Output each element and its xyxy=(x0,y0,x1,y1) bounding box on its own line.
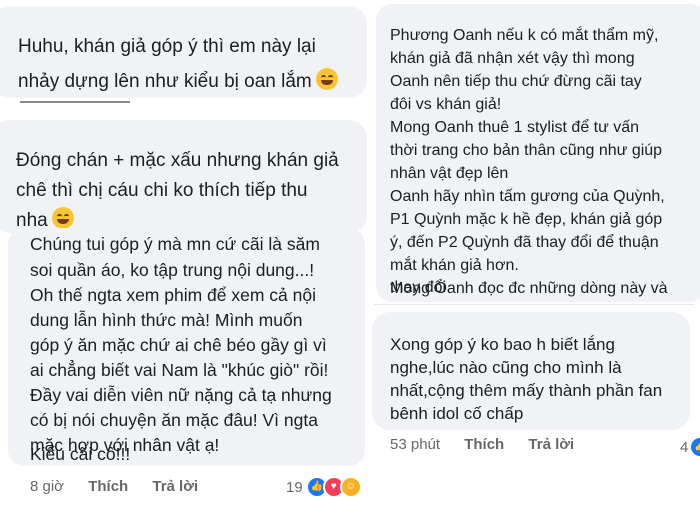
comment-text-line: Oanh hãy nhìn tấm gương của Quỳnh, xyxy=(390,188,665,205)
comment-text-line: Xong góp ý ko bao h biết lắng xyxy=(390,335,615,354)
like-link[interactable]: Thích xyxy=(464,436,504,453)
right-panel: Phương Oanh nếu k có mắt thẩm mỹ, khán g… xyxy=(370,0,700,522)
timestamp: 53 phút xyxy=(390,436,441,453)
reactions-summary[interactable]: 19 👍 ♥ ☺ xyxy=(286,476,362,498)
grinning-sweat-emoji-icon xyxy=(315,68,338,90)
comment-text-line: P1 Quỳnh mặc k hề đẹp, khán giả góp xyxy=(390,211,663,228)
comment-text-line: khán giả đã nhận xét vậy thì mong xyxy=(390,50,635,67)
timestamp: 8 giờ xyxy=(30,478,65,495)
comment-text-line: bênh idol cố chấp xyxy=(390,404,524,423)
comment-text-line: Huhu, khán giả góp ý thì em này lại xyxy=(18,36,316,57)
comment-bubble-3: Chúng tui góp ý mà mn cứ cãi là săm soi … xyxy=(8,228,365,466)
comment-text-line: thời trang cho bản thân cũng như giúp xyxy=(390,142,663,159)
comment-text-line: Kiểu cãi cố!!! xyxy=(30,444,131,464)
comment-text-line: Oh thế ngta xem phim để xem cả nội xyxy=(30,285,316,305)
comment-text-line: mắt khán giả hơn. xyxy=(390,257,519,274)
comment-text-line: ai chẳng biết vai Nam là "khúc giò" rồi! xyxy=(30,360,329,380)
crop-divider xyxy=(20,101,130,103)
comment-bubble-2: Đóng chán + mặc xấu nhưng khán giả chê t… xyxy=(0,120,367,233)
reactions-summary[interactable]: 4 👍 xyxy=(680,436,700,458)
left-panel: Huhu, khán giả góp ý thì em này lại nhảy… xyxy=(0,0,370,522)
comment-text-line: Chúng tui góp ý mà mn cứ cãi là săm xyxy=(30,234,320,254)
comment-text-line: thay đổi xyxy=(390,279,447,296)
comment-text-line: nhảy dựng lên như kiểu bị oan lắm xyxy=(18,68,338,93)
comment-bubble-4: Phương Oanh nếu k có mắt thẩm mỹ, khán g… xyxy=(376,4,700,302)
comment-text-line: nhân vật đẹp lên xyxy=(390,165,509,182)
comment-text-line: đôi vs khán giả! xyxy=(390,96,502,113)
comment-text-line: dung lẫn hình thức mà! Mình muốn xyxy=(30,310,303,330)
comment-text-line: Mong Oanh thuê 1 stylist để tư vấn xyxy=(390,119,640,136)
reaction-count: 4 xyxy=(680,438,689,456)
reaction-count: 19 xyxy=(286,478,303,496)
comment-text-line: chê thì chị cáu chi ko thích tiếp thu xyxy=(16,180,308,201)
comment-text-line: góp ý ăn mặc chứ ai chê béo gầy gì vì xyxy=(30,335,327,355)
comment-text-line: soi quần áo, ko tập trung nội dung...! xyxy=(30,260,315,280)
reply-link[interactable]: Trả lời xyxy=(152,478,198,495)
like-link[interactable]: Thích xyxy=(88,478,128,495)
haha-reaction-icon: ☺ xyxy=(339,476,362,498)
comment-meta: 53 phút Thích Trả lời xyxy=(390,436,670,456)
comment-text-line: nghe,lúc nào cũng cho mình là xyxy=(390,358,622,377)
comment-text: nhảy dựng lên như kiểu bị oan lắm xyxy=(18,71,312,92)
comment-text-line: ý, đến P2 Quỳnh đã thay đổi để thuận xyxy=(390,234,659,251)
comment-bubble-1: Huhu, khán giả góp ý thì em này lại nhảy… xyxy=(0,6,367,98)
comment-text-line: Oanh nên tiếp thu chứ đừng cãi tay xyxy=(390,73,642,90)
comment-bubble-5: Xong góp ý ko bao h biết lắng nghe,lúc n… xyxy=(372,312,690,430)
comment-text-line: nhất,cộng thêm mấy thành phần fan xyxy=(390,381,663,400)
comment-text-line: Phương Oanh nếu k có mắt thẩm mỹ, xyxy=(390,27,659,44)
like-reaction-icon: 👍 xyxy=(689,436,700,458)
comment-text-line: có bị nói chuyện ăn mặc đâu! Vì ngta xyxy=(30,410,318,430)
comment-text-line: Đầy vai diễn viên nữ nặng cả tạ nhưng xyxy=(30,385,332,405)
comment-text-line: Đóng chán + mặc xấu nhưng khán giả xyxy=(16,150,339,171)
panel-divider xyxy=(374,304,694,305)
reply-link[interactable]: Trả lời xyxy=(528,436,574,453)
laughing-emoji-icon xyxy=(51,207,74,229)
